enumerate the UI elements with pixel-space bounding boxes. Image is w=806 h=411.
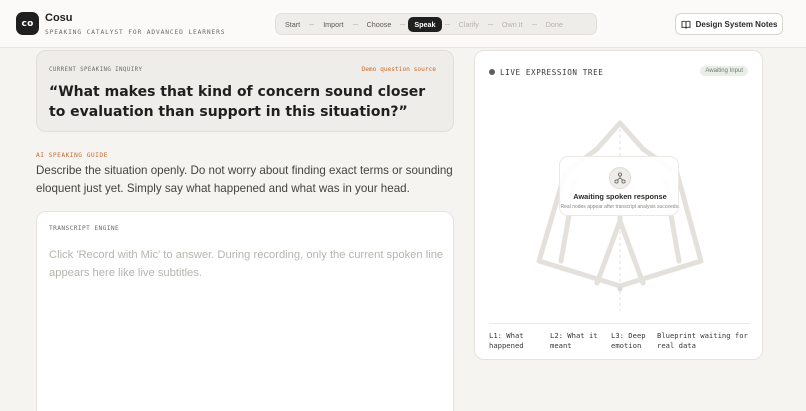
tree-status-badge: Awaiting Input <box>700 66 748 76</box>
app-logo[interactable]: co <box>16 12 39 35</box>
step-own-it: Own It <box>501 19 523 29</box>
transcript-label: TRANSCRIPT ENGINE <box>49 225 120 232</box>
awaiting-subtitle: Real nodes appear after transcript analy… <box>560 204 680 210</box>
step-import[interactable]: Import <box>317 17 349 32</box>
awaiting-response-card: Awaiting spoken response Real nodes appe… <box>559 156 679 216</box>
tree-title: LIVE EXPRESSION TREE <box>500 68 604 77</box>
step-separator <box>531 23 537 25</box>
levels-divider <box>489 323 750 324</box>
book-open-icon <box>681 20 691 29</box>
design-system-notes-button[interactable]: Design System Notes <box>675 13 783 35</box>
expression-tree-panel: LIVE EXPRESSION TREE Awaiting Input Awai… <box>474 50 763 360</box>
progress-steps: Start Import Choose Speak Clarify Own It… <box>275 13 597 35</box>
awaiting-title: Awaiting spoken response <box>573 192 667 201</box>
design-system-notes-label: Design System Notes <box>695 19 778 29</box>
guide-text: Describe the situation openly. Do not wo… <box>36 164 453 195</box>
brand-tagline: SPEAKING CATALYST FOR ADVANCED LEARNERS <box>45 29 226 36</box>
inquiry-question: “What makes that kind of concern sound c… <box>49 84 426 120</box>
blueprint-status-label: Blueprint waiting for real data <box>657 331 748 350</box>
step-choose[interactable]: Choose <box>361 17 398 32</box>
brand-name: Cosu <box>45 12 73 24</box>
step-separator <box>400 23 406 25</box>
step-speak[interactable]: Speak <box>408 16 442 32</box>
level-2-label: L2: What it meant <box>550 331 598 350</box>
transcript-placeholder: Click 'Record with Mic' to answer. Durin… <box>49 249 444 279</box>
step-start[interactable]: Start <box>279 17 306 32</box>
network-icon <box>609 167 631 189</box>
level-1-label: L1: What happened <box>489 331 524 350</box>
top-bar: co Cosu SPEAKING CATALYST FOR ADVANCED L… <box>0 0 806 48</box>
transcript-engine-panel[interactable]: TRANSCRIPT ENGINE Click 'Record with Mic… <box>36 211 454 411</box>
step-separator <box>444 23 450 25</box>
step-separator <box>487 23 493 25</box>
inquiry-label: CURRENT SPEAKING INQUIRY <box>49 67 143 73</box>
step-done: Done <box>545 19 563 29</box>
speaking-inquiry-card: CURRENT SPEAKING INQUIRY Demo question s… <box>36 50 454 132</box>
step-clarify: Clarify <box>458 19 479 29</box>
guide-label: AI SPEAKING GUIDE <box>36 152 108 159</box>
status-dot-icon <box>489 69 495 75</box>
level-3-label: L3: Deep emotion <box>611 331 646 350</box>
question-source-link[interactable]: Demo question source <box>361 66 436 73</box>
step-separator <box>309 23 315 25</box>
step-separator <box>352 23 358 25</box>
